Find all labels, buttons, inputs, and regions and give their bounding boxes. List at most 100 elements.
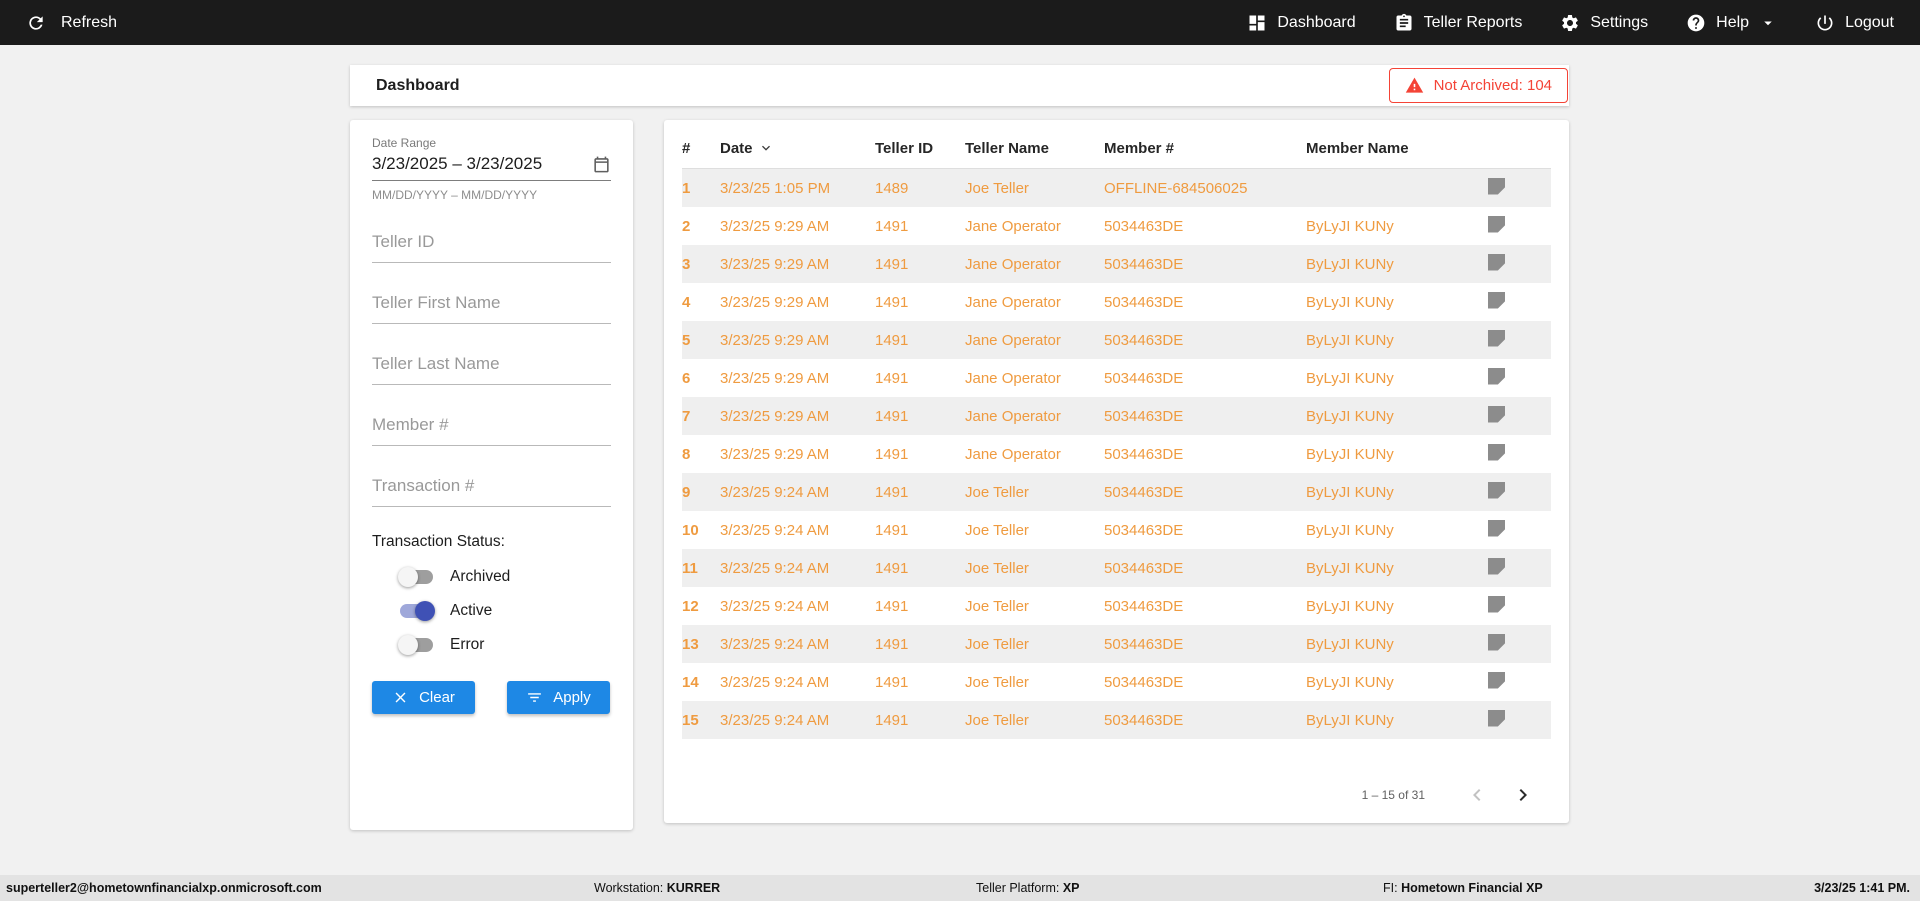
- note-icon[interactable]: [1488, 443, 1505, 461]
- row-date: 3/23/25 1:05 PM: [720, 179, 831, 197]
- date-range-input[interactable]: [372, 154, 592, 174]
- date-range-label: Date Range: [372, 136, 437, 150]
- teller-platform-label: Teller Platform:: [976, 881, 1060, 895]
- row-actions: [1488, 443, 1551, 465]
- note-icon[interactable]: [1488, 595, 1505, 613]
- col-date-label: Date: [720, 139, 753, 157]
- table-row[interactable]: 5 3/23/25 9:29 AM 1491 Jane Operator 503…: [682, 321, 1551, 359]
- row-teller-name: Jane Operator: [965, 445, 1061, 463]
- table-row[interactable]: 13 3/23/25 9:24 AM 1491 Joe Teller 50344…: [682, 625, 1551, 663]
- row-actions: [1488, 329, 1551, 351]
- transaction-number-input[interactable]: [372, 470, 611, 507]
- status-toggle-row: Error: [398, 635, 611, 655]
- table-row[interactable]: 12 3/23/25 9:24 AM 1491 Joe Teller 50344…: [682, 587, 1551, 625]
- note-icon[interactable]: [1488, 519, 1505, 537]
- teller-last-name-input[interactable]: [372, 348, 611, 385]
- row-member-number: 5034463DE: [1104, 597, 1184, 615]
- row-member-name: ByLyJI KUNy: [1306, 559, 1394, 577]
- teller-first-name-input[interactable]: [372, 287, 611, 324]
- nav-menu: Dashboard Teller Reports Settings Help L…: [1247, 13, 1894, 33]
- nav-settings[interactable]: Settings: [1560, 13, 1648, 33]
- toggle-thumb: [398, 635, 418, 655]
- table-row[interactable]: 3 3/23/25 9:29 AM 1491 Jane Operator 503…: [682, 245, 1551, 283]
- table-row[interactable]: 6 3/23/25 9:29 AM 1491 Jane Operator 503…: [682, 359, 1551, 397]
- next-page-button[interactable]: [1511, 783, 1535, 807]
- row-teller-name: Joe Teller: [965, 483, 1029, 501]
- workstation-label: Workstation:: [594, 881, 664, 895]
- table-row[interactable]: 2 3/23/25 9:29 AM 1491 Jane Operator 503…: [682, 207, 1551, 245]
- status-toggle-row: Active: [398, 601, 611, 621]
- nav-logout[interactable]: Logout: [1815, 13, 1894, 33]
- member-number-input[interactable]: [372, 409, 611, 446]
- note-icon[interactable]: [1488, 405, 1505, 423]
- apply-button[interactable]: Apply: [507, 681, 610, 714]
- toggle-switch[interactable]: [398, 567, 435, 587]
- row-teller-id: 1491: [875, 673, 909, 691]
- row-date: 3/23/25 9:24 AM: [720, 483, 830, 501]
- row-member-name: ByLyJI KUNy: [1306, 331, 1394, 349]
- nav-dashboard[interactable]: Dashboard: [1247, 13, 1356, 33]
- toggle-switch[interactable]: [398, 601, 435, 621]
- row-date: 3/23/25 9:24 AM: [720, 673, 830, 691]
- col-teller-name: Teller Name: [965, 139, 1049, 157]
- filter-panel: Date Range MM/DD/YYYY – MM/DD/YYYY Trans…: [350, 120, 633, 830]
- row-member-number: 5034463DE: [1104, 673, 1184, 691]
- row-member-number: 5034463DE: [1104, 217, 1184, 235]
- table-row[interactable]: 9 3/23/25 9:24 AM 1491 Joe Teller 503446…: [682, 473, 1551, 511]
- table-row[interactable]: 8 3/23/25 9:29 AM 1491 Jane Operator 503…: [682, 435, 1551, 473]
- table-row[interactable]: 7 3/23/25 9:29 AM 1491 Jane Operator 503…: [682, 397, 1551, 435]
- clear-label: Clear: [419, 689, 455, 706]
- row-number: 9: [682, 483, 691, 501]
- note-icon[interactable]: [1488, 709, 1505, 727]
- nav-teller-reports-label: Teller Reports: [1423, 13, 1523, 31]
- table-row[interactable]: 11 3/23/25 9:24 AM 1491 Joe Teller 50344…: [682, 549, 1551, 587]
- row-member-number: 5034463DE: [1104, 293, 1184, 311]
- note-icon[interactable]: [1488, 291, 1505, 309]
- note-icon[interactable]: [1488, 215, 1505, 233]
- power-icon: [1817, 15, 1833, 30]
- nav-logout-label: Logout: [1845, 13, 1894, 31]
- note-icon[interactable]: [1488, 329, 1505, 347]
- table-row[interactable]: 10 3/23/25 9:24 AM 1491 Joe Teller 50344…: [682, 511, 1551, 549]
- nav-teller-reports[interactable]: Teller Reports: [1394, 13, 1523, 33]
- row-teller-name: Joe Teller: [965, 521, 1029, 539]
- note-icon[interactable]: [1488, 557, 1505, 575]
- col-date-sort[interactable]: Date: [720, 140, 875, 157]
- not-archived-badge[interactable]: Not Archived: 104: [1388, 68, 1568, 103]
- row-member-number: OFFLINE-684506025: [1104, 179, 1248, 197]
- row-date: 3/23/25 9:29 AM: [720, 331, 830, 349]
- row-teller-name: Jane Operator: [965, 407, 1061, 425]
- note-icon[interactable]: [1488, 177, 1505, 195]
- note-icon[interactable]: [1488, 253, 1505, 271]
- status-toggle-row: Archived: [398, 567, 611, 587]
- col-teller-id: Teller ID: [875, 139, 934, 157]
- row-date: 3/23/25 9:29 AM: [720, 369, 830, 387]
- note-icon[interactable]: [1488, 481, 1505, 499]
- nav-help-label: Help: [1716, 13, 1750, 31]
- row-actions: [1488, 595, 1551, 617]
- toggle-switch[interactable]: [398, 635, 435, 655]
- row-number: 2: [682, 217, 691, 235]
- teller-id-input[interactable]: [372, 226, 611, 263]
- table-row[interactable]: 4 3/23/25 9:29 AM 1491 Jane Operator 503…: [682, 283, 1551, 321]
- row-teller-name: Joe Teller: [965, 559, 1029, 577]
- refresh-button[interactable]: Refresh: [26, 13, 117, 33]
- clear-button[interactable]: Clear: [372, 681, 475, 714]
- note-icon[interactable]: [1488, 633, 1505, 651]
- table-row[interactable]: 1 3/23/25 1:05 PM 1489 Joe Teller OFFLIN…: [682, 169, 1551, 207]
- page-title: Dashboard: [376, 76, 460, 94]
- calendar-icon[interactable]: [592, 155, 611, 174]
- note-icon[interactable]: [1488, 367, 1505, 385]
- row-date: 3/23/25 9:24 AM: [720, 559, 830, 577]
- page-header-bar: Dashboard Not Archived: 104: [350, 65, 1569, 106]
- prev-page-button[interactable]: [1465, 783, 1489, 807]
- nav-help[interactable]: Help: [1686, 13, 1777, 33]
- row-member-name: ByLyJI KUNy: [1306, 255, 1394, 273]
- row-number: 5: [682, 331, 691, 349]
- table-row[interactable]: 15 3/23/25 9:24 AM 1491 Joe Teller 50344…: [682, 701, 1551, 739]
- table-row[interactable]: 14 3/23/25 9:24 AM 1491 Joe Teller 50344…: [682, 663, 1551, 701]
- note-icon[interactable]: [1488, 671, 1505, 689]
- row-number: 14: [682, 673, 699, 691]
- row-date: 3/23/25 9:29 AM: [720, 255, 830, 273]
- toggle-thumb: [415, 601, 435, 621]
